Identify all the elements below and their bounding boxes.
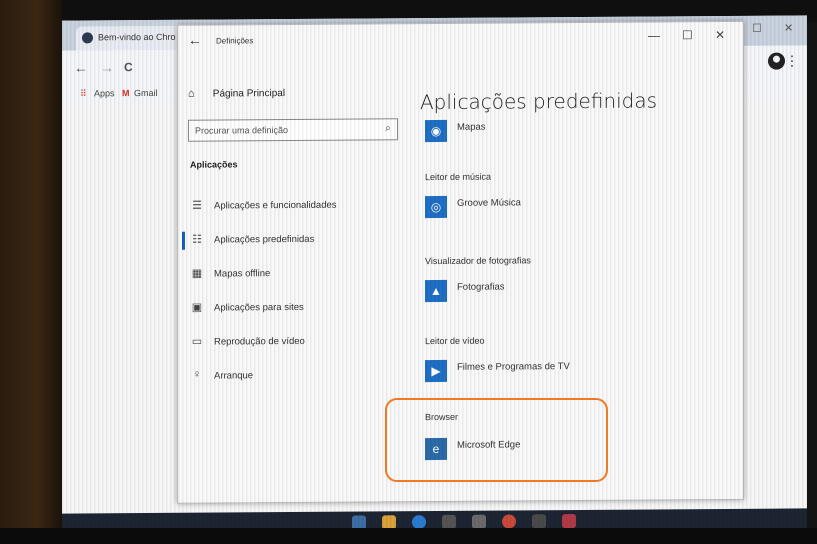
gmail-icon: M (122, 88, 130, 99)
settings-title-bar: ← Definições — ☐ ✕ (178, 22, 743, 58)
bookmark-gmail[interactable]: Gmail (134, 88, 158, 98)
settings-search-input[interactable]: Procurar uma definição ⌕ (188, 118, 398, 142)
list-icon: ☰ (192, 199, 202, 212)
chrome-maximize-button[interactable]: ☐ (752, 22, 762, 35)
nav-item-default-apps[interactable]: ☷ Aplicações predefinidas (186, 228, 401, 252)
nav-item-offline-maps[interactable]: ▦ Mapas offline (186, 262, 401, 286)
nav-item-label: Aplicações para sites (214, 301, 304, 314)
settings-minimize-button[interactable]: — (648, 28, 660, 42)
nav-home[interactable]: ⌂ Página Principal (188, 87, 285, 100)
chrome-reload-button[interactable]: C (124, 60, 133, 74)
nav-item-apps-for-websites[interactable]: ▣ Aplicações para sites (186, 296, 401, 320)
section-label-apps: Aplicações (190, 159, 238, 170)
nav-item-label: Aplicações predefinidas (214, 233, 315, 246)
maps-app-icon: ◉ (425, 119, 447, 143)
settings-search-placeholder: Procurar uma definição (195, 125, 289, 136)
chrome-tab-favicon-icon (82, 32, 93, 44)
monitor-bezel-bottom (0, 528, 817, 544)
nav-item-apps-features[interactable]: ☰ Aplicações e funcionalidades (186, 194, 401, 218)
settings-close-button[interactable]: ✕ (715, 28, 725, 42)
nav-item-label: Mapas offline (214, 268, 271, 280)
default-app-name: Mapas (457, 121, 486, 133)
startup-icon: ♀ (192, 368, 202, 381)
search-icon[interactable]: ⌕ (385, 122, 391, 135)
monitor-bezel-left (0, 0, 62, 544)
taskbar-settings-icon[interactable] (532, 514, 546, 529)
category-label-video: Leitor de vídeo (425, 335, 485, 347)
category-label-photos: Visualizador de fotografias (425, 255, 531, 267)
chrome-tab[interactable]: Bem-vindo ao Chro (76, 25, 186, 51)
default-app-maps[interactable]: ◉ Mapas (425, 118, 685, 150)
default-app-name: Groove Música (457, 197, 521, 209)
bookmark-apps[interactable]: Apps (94, 88, 115, 98)
nav-item-startup[interactable]: ♀ Arranque (186, 364, 401, 388)
photos-app-icon: ▲ (425, 279, 447, 303)
map-icon: ▦ (191, 267, 203, 280)
default-app-name: Fotografias (457, 281, 505, 293)
taskbar-store-icon[interactable] (442, 514, 456, 529)
movies-tv-icon: ▶ (425, 359, 447, 383)
nav-item-label: Arranque (214, 370, 254, 382)
category-label-music: Leitor de música (425, 171, 492, 183)
settings-window-title: Definições (216, 36, 254, 46)
chrome-menu-button[interactable]: ⋮ (785, 52, 799, 69)
web-app-icon: ▣ (191, 301, 203, 314)
page-title: Aplicações predefinidas (420, 88, 658, 115)
chrome-back-button[interactable]: ← (74, 59, 88, 75)
nav-item-label: Reprodução de vídeo (214, 335, 305, 348)
video-icon: ▭ (191, 335, 203, 348)
chrome-tab-title: Bem-vindo ao Chro (98, 31, 176, 43)
default-app-music[interactable]: ◎ Groove Música (425, 194, 685, 226)
settings-back-button[interactable]: ← (188, 32, 202, 48)
default-apps-icon: ☷ (192, 233, 202, 246)
groove-music-icon: ◎ (425, 195, 447, 219)
default-app-video[interactable]: ▶ Filmes e Programas de TV (425, 358, 685, 390)
taskbar-app-icon[interactable] (562, 514, 576, 529)
settings-maximize-button[interactable]: ☐ (682, 28, 693, 42)
nav-home-label: Página Principal (212, 88, 286, 100)
default-app-photos[interactable]: ▲ Fotografias (425, 278, 685, 310)
nav-item-video-playback[interactable]: ▭ Reprodução de vídeo (186, 330, 401, 354)
taskbar-mail-icon[interactable] (472, 514, 486, 529)
default-app-name: Filmes e Programas de TV (457, 361, 570, 373)
taskbar-chrome-icon[interactable] (502, 514, 516, 529)
browser-highlight-annotation (385, 398, 608, 482)
nav-item-label: Aplicações e funcionalidades (214, 199, 337, 212)
chrome-close-button[interactable]: ✕ (784, 21, 793, 34)
home-icon: ⌂ (188, 87, 195, 100)
chrome-forward-button[interactable]: → (100, 59, 114, 75)
apps-grid-icon: ⠿ (80, 88, 87, 99)
chrome-profile-avatar-icon[interactable] (768, 52, 785, 70)
